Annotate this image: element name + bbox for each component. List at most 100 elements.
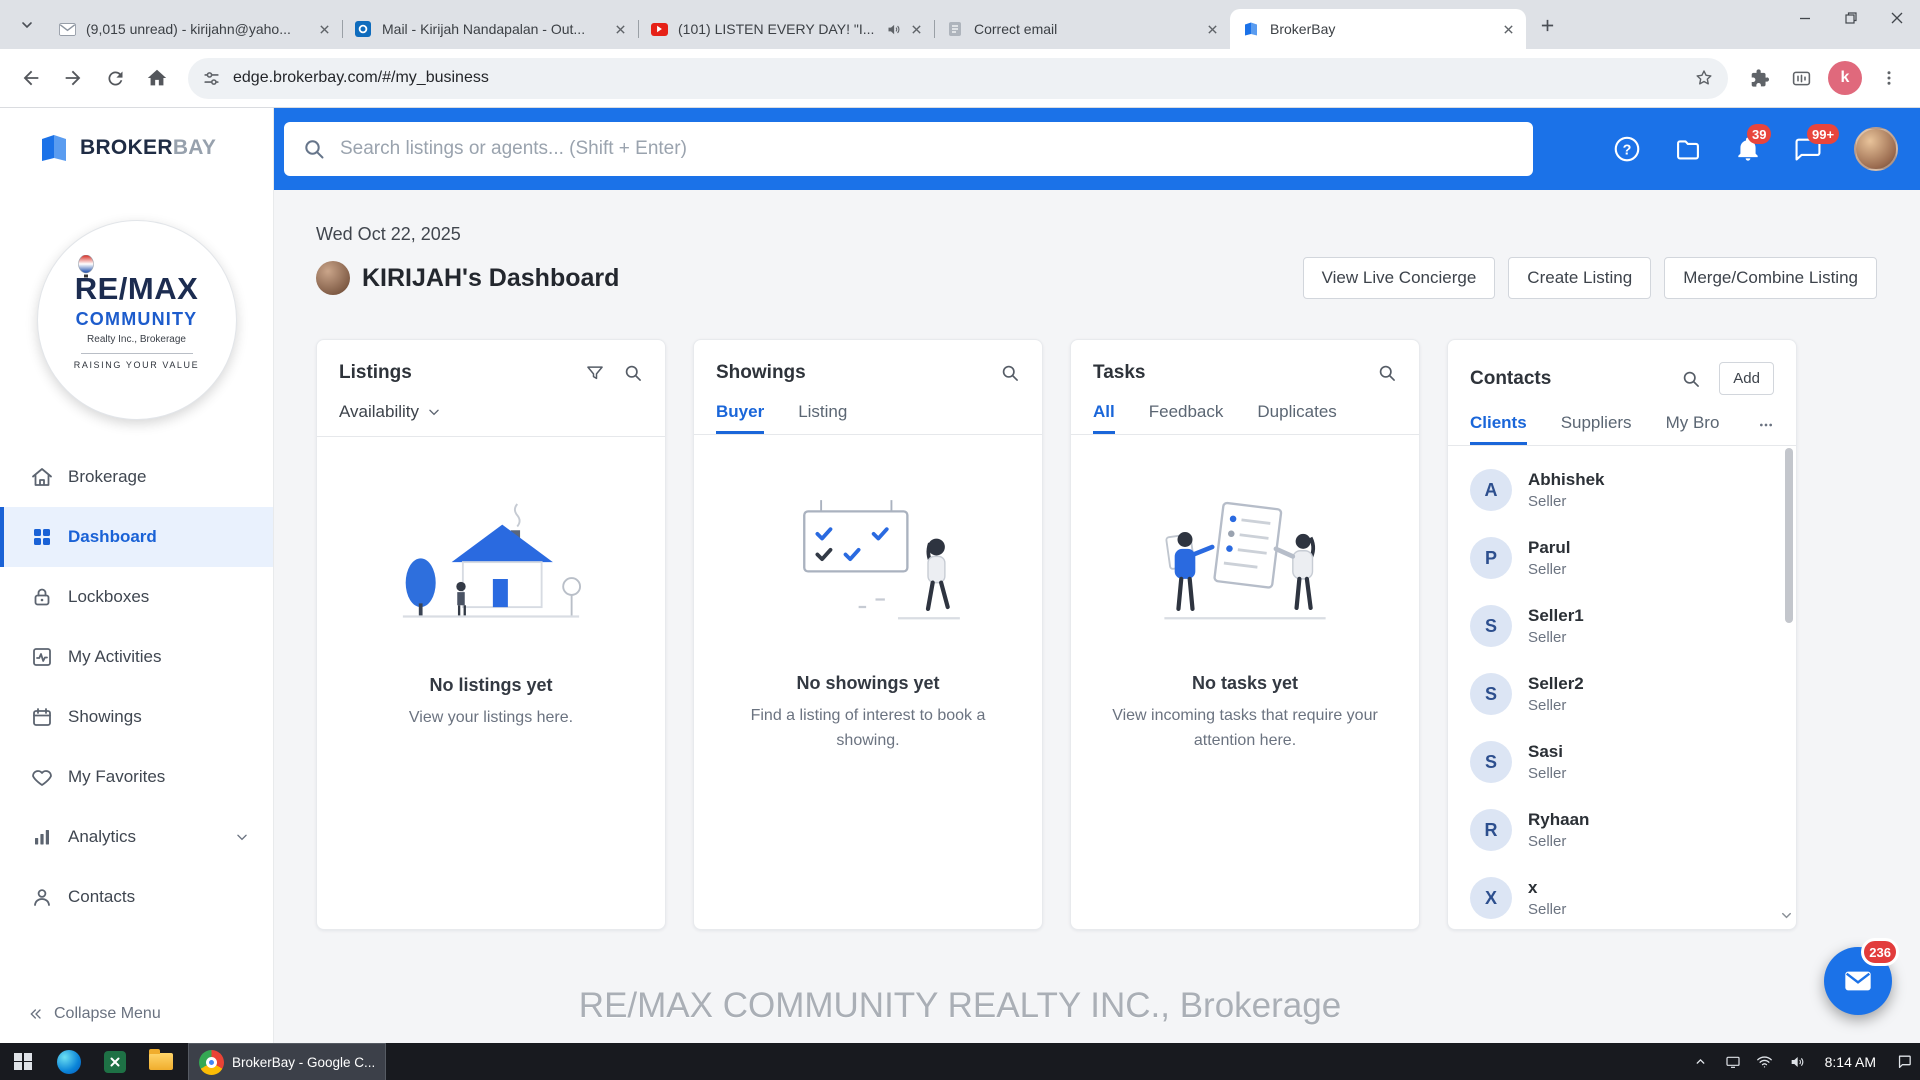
new-tab-button[interactable]	[1532, 10, 1562, 40]
tab-brokerbay[interactable]: BrokerBay	[1230, 9, 1526, 49]
tab-suppliers[interactable]: Suppliers	[1561, 413, 1632, 445]
card-title: Listings	[339, 362, 412, 384]
tab-correct-email[interactable]: Correct email	[934, 9, 1230, 49]
sidebar-item-lockboxes[interactable]: Lockboxes	[0, 567, 273, 627]
tray-wifi-icon[interactable]	[1749, 1043, 1781, 1080]
tab-listing[interactable]: Listing	[798, 402, 847, 434]
site-settings-icon[interactable]	[202, 69, 221, 88]
tab-all[interactable]: All	[1093, 402, 1115, 434]
sidebar-item-contacts[interactable]: Contacts	[0, 867, 273, 927]
reload-button[interactable]	[96, 59, 134, 97]
messages-icon[interactable]: 99+	[1794, 135, 1822, 163]
help-icon[interactable]: ?	[1612, 134, 1642, 164]
contact-row[interactable]: S SasiSeller	[1448, 728, 1796, 796]
heart-icon	[30, 765, 54, 789]
tab-feedback[interactable]: Feedback	[1149, 402, 1224, 434]
tab-buyer[interactable]: Buyer	[716, 402, 764, 434]
media-controls-icon[interactable]	[1782, 59, 1820, 97]
tab-close-icon[interactable]	[314, 19, 334, 39]
sidebar-item-showings[interactable]: Showings	[0, 687, 273, 747]
taskbar-edge-icon[interactable]	[46, 1043, 92, 1080]
logo-line-3: Realty Inc., Brokerage	[87, 334, 186, 345]
tab-close-icon[interactable]	[1498, 19, 1518, 39]
tab-close-icon[interactable]	[1202, 19, 1222, 39]
start-button[interactable]	[0, 1043, 46, 1080]
back-button[interactable]	[12, 59, 50, 97]
global-search[interactable]	[284, 122, 1533, 176]
taskbar-clock[interactable]: 8:14 AM	[1813, 1054, 1888, 1070]
tab-clients[interactable]: Clients	[1470, 413, 1527, 445]
brokerbay-logo[interactable]: BROKERBAY	[0, 108, 273, 164]
taskbar-excel-icon[interactable]	[92, 1043, 138, 1080]
add-contact-button[interactable]: Add	[1719, 362, 1774, 395]
chat-widget-button[interactable]: 236	[1824, 947, 1892, 1015]
url-text: edge.brokerbay.com/#/my_business	[233, 69, 1682, 87]
minimize-button[interactable]	[1782, 0, 1828, 36]
view-live-concierge-button[interactable]: View Live Concierge	[1303, 257, 1496, 299]
search-icon[interactable]	[623, 363, 643, 383]
youtube-favicon-icon	[650, 20, 668, 38]
tray-monitor-icon[interactable]	[1717, 1043, 1749, 1080]
contacts-scrollbar[interactable]	[1785, 448, 1793, 928]
forward-button[interactable]	[54, 59, 92, 97]
sidebar-item-brokerage[interactable]: Brokerage	[0, 447, 273, 507]
notifications-bell-icon[interactable]: 39	[1734, 135, 1762, 163]
tab-outlook[interactable]: Mail - Kirijah Nandapalan - Out...	[342, 9, 638, 49]
tab-youtube[interactable]: (101) LISTEN EVERY DAY! "I...	[638, 9, 934, 49]
tabs-overflow-icon[interactable]	[1758, 417, 1774, 445]
dashboard-actions: View Live Concierge Create Listing Merge…	[1303, 257, 1877, 299]
tray-chevron-up-icon[interactable]	[1685, 1043, 1717, 1080]
availability-dropdown[interactable]: Availability	[317, 402, 665, 437]
tasks-empty-illustration	[1140, 487, 1350, 637]
restore-button[interactable]	[1828, 0, 1874, 36]
close-button[interactable]	[1874, 0, 1920, 36]
search-icon[interactable]	[1000, 363, 1020, 383]
scrollbar-thumb[interactable]	[1785, 448, 1793, 623]
scroll-down-icon[interactable]	[1779, 908, 1794, 923]
taskbar-file-explorer-icon[interactable]	[138, 1043, 184, 1080]
contact-row[interactable]: S Seller1Seller	[1448, 592, 1796, 660]
browser-profile-avatar[interactable]: k	[1828, 61, 1862, 95]
tasks-tabs: All Feedback Duplicates	[1071, 402, 1419, 435]
tab-close-icon[interactable]	[906, 19, 926, 39]
contact-row[interactable]: A AbhishekSeller	[1448, 456, 1796, 524]
tab-close-icon[interactable]	[610, 19, 630, 39]
tray-speaker-icon[interactable]	[1781, 1043, 1813, 1080]
collapse-menu-button[interactable]: Collapse Menu	[28, 1005, 161, 1023]
tab-audio-speaker-icon[interactable]	[886, 22, 902, 37]
search-icon[interactable]	[1681, 369, 1701, 389]
contact-role: Seller	[1528, 901, 1566, 918]
sidebar-item-analytics[interactable]: Analytics	[0, 807, 273, 867]
sidebar-item-my-activities[interactable]: My Activities	[0, 627, 273, 687]
tab-my-brokerage[interactable]: My Bro	[1666, 413, 1720, 445]
sidebar-item-dashboard[interactable]: Dashboard	[0, 507, 273, 567]
empty-title: No listings yet	[317, 675, 665, 696]
sidebar-item-my-favorites[interactable]: My Favorites	[0, 747, 273, 807]
contact-row[interactable]: P ParulSeller	[1448, 524, 1796, 592]
contact-row[interactable]: X xSeller	[1448, 864, 1796, 929]
url-bar[interactable]: edge.brokerbay.com/#/my_business	[188, 58, 1728, 99]
sidebar-menu: Brokerage Dashboard Lockboxes My Activit…	[0, 447, 273, 927]
action-center-icon[interactable]	[1888, 1043, 1920, 1080]
search-icon[interactable]	[1377, 363, 1397, 383]
merge-combine-listing-button[interactable]: Merge/Combine Listing	[1664, 257, 1877, 299]
tab-search-button[interactable]	[12, 10, 42, 40]
tab-yahoo-mail[interactable]: (9,015 unread) - kirijahn@yaho...	[46, 9, 342, 49]
taskbar-active-window[interactable]: BrokerBay - Google C...	[188, 1043, 386, 1080]
filter-icon[interactable]	[585, 363, 605, 383]
contact-name: x	[1528, 878, 1566, 898]
create-listing-button[interactable]: Create Listing	[1508, 257, 1651, 299]
tab-duplicates[interactable]: Duplicates	[1257, 402, 1336, 434]
contact-row[interactable]: S Seller2Seller	[1448, 660, 1796, 728]
extensions-icon[interactable]	[1740, 59, 1778, 97]
contact-row[interactable]: R RyhaanSeller	[1448, 796, 1796, 864]
bookmark-star-icon[interactable]	[1694, 68, 1714, 88]
user-avatar[interactable]	[1854, 127, 1898, 171]
browser-menu-icon[interactable]	[1870, 59, 1908, 97]
home-button[interactable]	[138, 59, 176, 97]
brokerbay-logo-icon	[38, 132, 70, 164]
tab-title: (9,015 unread) - kirijahn@yaho...	[86, 21, 314, 37]
logo-line-2: COMMUNITY	[76, 309, 198, 330]
search-input[interactable]	[340, 138, 1515, 160]
folder-icon[interactable]	[1674, 135, 1702, 163]
